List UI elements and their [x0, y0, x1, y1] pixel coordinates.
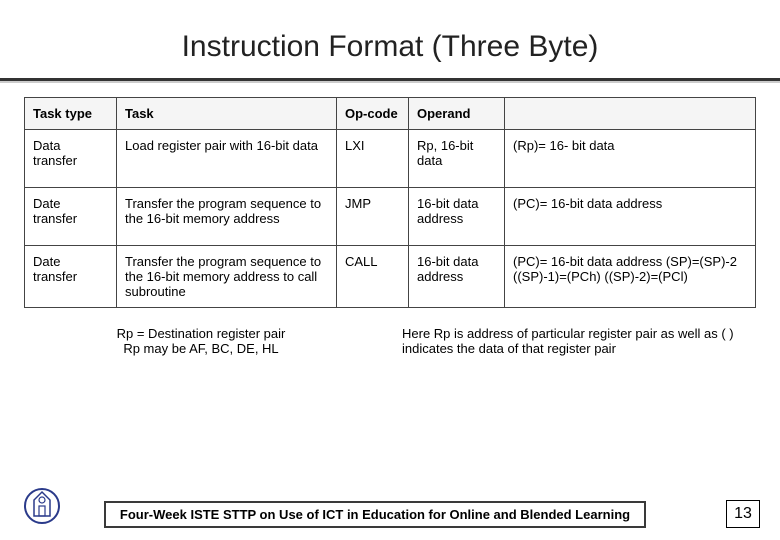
- cell-notes: (PC)= 16-bit data address: [505, 188, 756, 246]
- footer-text: Four-Week ISTE STTP on Use of ICT in Edu…: [104, 501, 646, 528]
- cell-opcode: LXI: [337, 130, 409, 188]
- cell-task: Load register pair with 16-bit data: [117, 130, 337, 188]
- notes-left: Rp = Destination register pair Rp may be…: [40, 326, 362, 356]
- institution-logo-icon: [20, 484, 64, 528]
- cell-opcode: CALL: [337, 246, 409, 308]
- th-notes: [505, 98, 756, 130]
- cell-task-type: Date transfer: [25, 246, 117, 308]
- cell-task-type: Date transfer: [25, 188, 117, 246]
- cell-opcode: JMP: [337, 188, 409, 246]
- table-row: Data transfer Load register pair with 16…: [25, 130, 756, 188]
- cell-notes: (Rp)= 16- bit data: [505, 130, 756, 188]
- cell-operand: 16-bit data address: [409, 246, 505, 308]
- title-underline: [0, 78, 780, 83]
- table-row: Date transfer Transfer the program seque…: [25, 188, 756, 246]
- table-row: Date transfer Transfer the program seque…: [25, 246, 756, 308]
- footer: Four-Week ISTE STTP on Use of ICT in Edu…: [0, 484, 780, 528]
- page-number: 13: [726, 500, 760, 528]
- th-task: Task: [117, 98, 337, 130]
- table-header-row: Task type Task Op-code Operand: [25, 98, 756, 130]
- slide-title: Instruction Format (Three Byte): [0, 0, 780, 78]
- cell-notes: (PC)= 16-bit data address (SP)=(SP)-2 ((…: [505, 246, 756, 308]
- th-opcode: Op-code: [337, 98, 409, 130]
- cell-operand: 16-bit data address: [409, 188, 505, 246]
- notes-row: Rp = Destination register pair Rp may be…: [40, 326, 740, 356]
- instruction-table: Task type Task Op-code Operand Data tran…: [24, 97, 756, 308]
- th-task-type: Task type: [25, 98, 117, 130]
- cell-operand: Rp, 16-bit data: [409, 130, 505, 188]
- th-operand: Operand: [409, 98, 505, 130]
- notes-left-line2: Rp may be AF, BC, DE, HL: [40, 341, 362, 356]
- cell-task: Transfer the program sequence to the 16-…: [117, 188, 337, 246]
- notes-right: Here Rp is address of particular registe…: [402, 326, 740, 356]
- cell-task-type: Data transfer: [25, 130, 117, 188]
- cell-task: Transfer the program sequence to the 16-…: [117, 246, 337, 308]
- notes-left-line1: Rp = Destination register pair: [40, 326, 362, 341]
